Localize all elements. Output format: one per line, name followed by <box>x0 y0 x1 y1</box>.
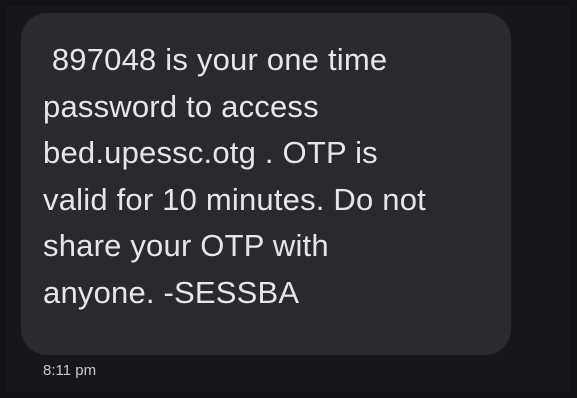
sms-message-bubble[interactable]: 897048 is your one time password to acce… <box>21 13 511 355</box>
message-text: 897048 is your one time password to acce… <box>43 42 426 310</box>
message-timestamp: 8:11 pm <box>43 362 97 379</box>
message-thread: 897048 is your one time password to acce… <box>6 6 571 392</box>
